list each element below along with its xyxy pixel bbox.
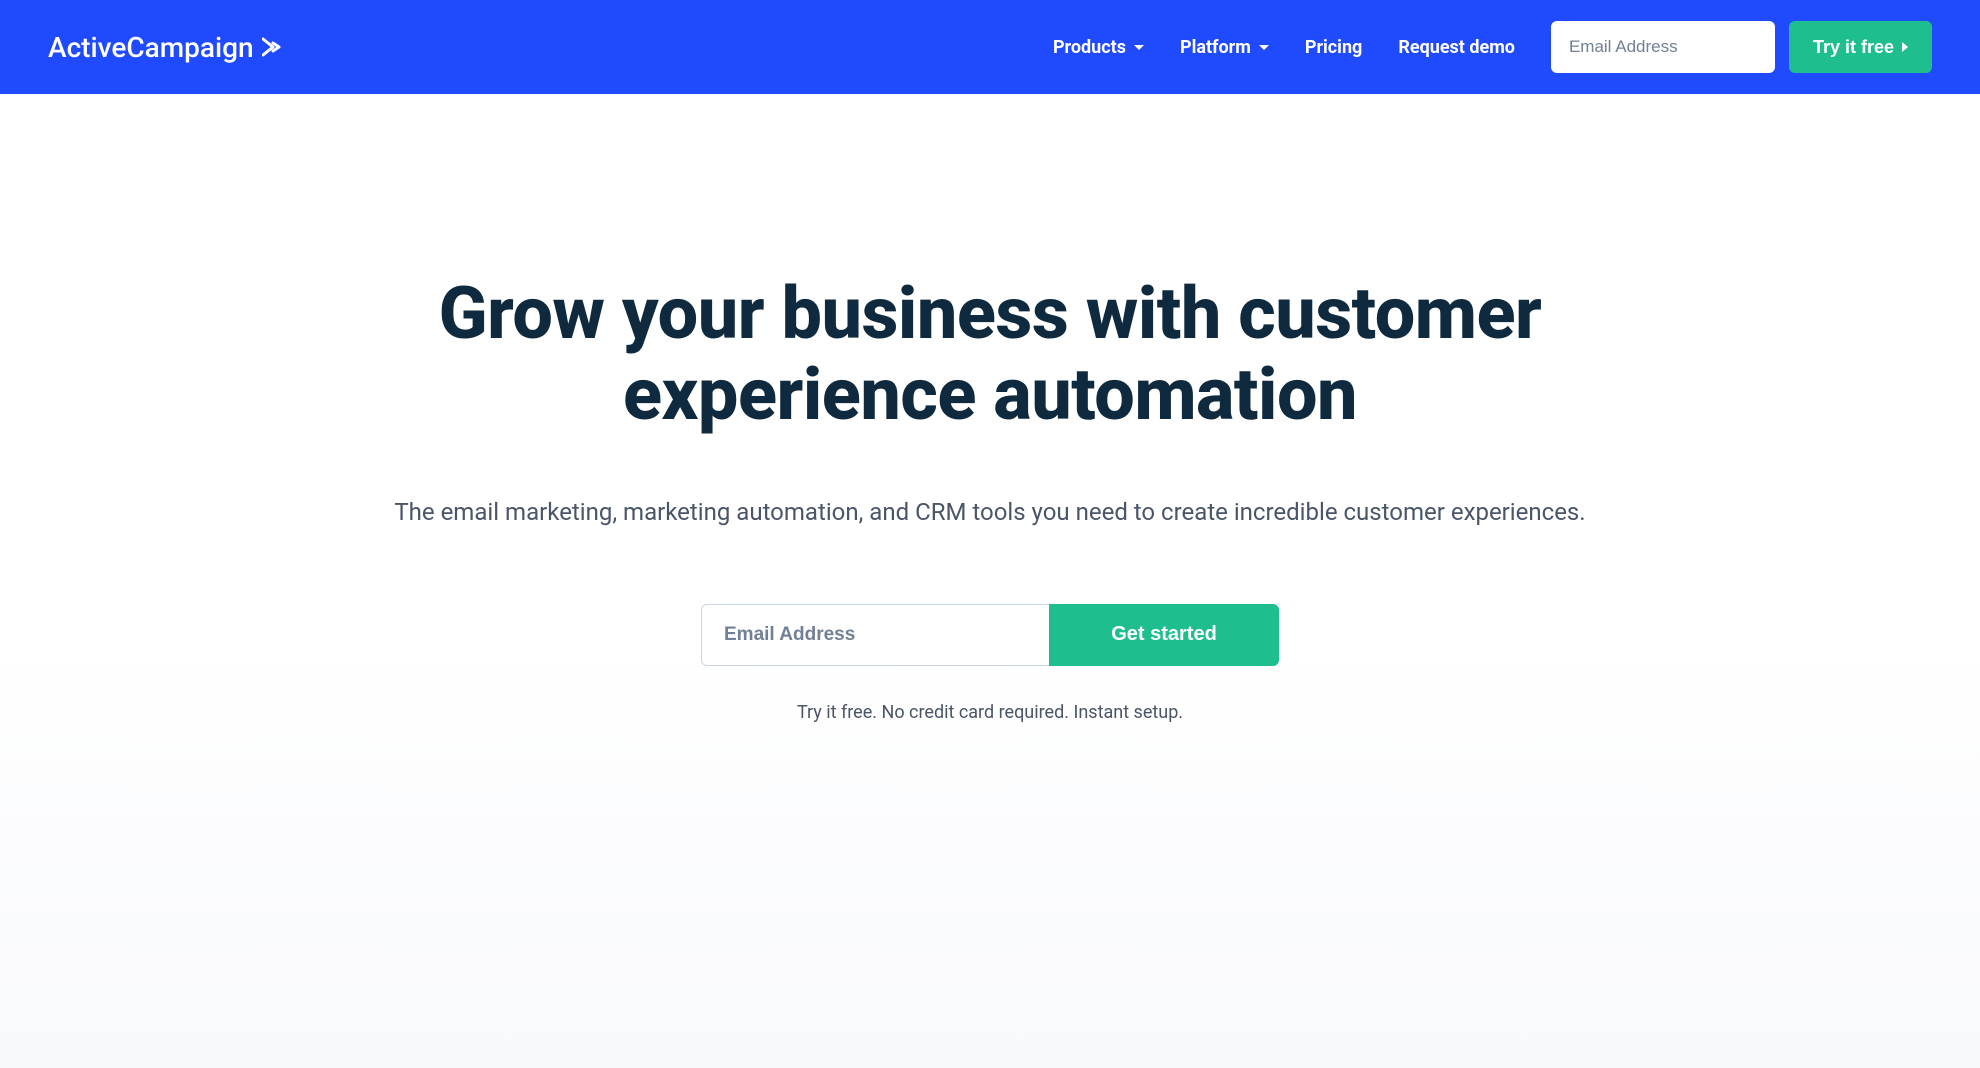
chevron-down-icon — [1134, 45, 1144, 50]
logo-text: ActiveCampaign — [48, 31, 254, 64]
get-started-button[interactable]: Get started — [1049, 604, 1279, 666]
hero-section: Grow your business with customer experie… — [390, 94, 1590, 723]
nav-pricing-label: Pricing — [1305, 37, 1362, 58]
header-email-input[interactable] — [1551, 21, 1775, 73]
signup-email-input[interactable] — [701, 604, 1049, 666]
main-header: ActiveCampaign Products Platform Pricing… — [0, 0, 1980, 94]
signup-form: Get started — [390, 604, 1590, 666]
nav-products-label: Products — [1053, 37, 1126, 58]
chevron-down-icon — [1259, 45, 1269, 50]
nav-request-demo[interactable]: Request demo — [1398, 37, 1515, 58]
nav-platform-label: Platform — [1180, 37, 1251, 58]
nav-request-demo-label: Request demo — [1398, 37, 1515, 58]
try-free-label: Try it free — [1813, 37, 1894, 58]
chevron-right-icon — [1902, 42, 1908, 52]
signup-disclaimer: Try it free. No credit card required. In… — [390, 702, 1590, 723]
logo[interactable]: ActiveCampaign — [48, 31, 286, 64]
hero-subtitle: The email marketing, marketing automatio… — [390, 493, 1590, 531]
nav-platform[interactable]: Platform — [1180, 37, 1269, 58]
logo-chevron-icon — [262, 36, 286, 58]
main-nav: Products Platform Pricing Request demo T… — [1053, 21, 1932, 73]
nav-products[interactable]: Products — [1053, 37, 1144, 58]
nav-pricing[interactable]: Pricing — [1305, 37, 1362, 58]
header-cta-group: Try it free — [1551, 21, 1932, 73]
hero-title: Grow your business with customer experie… — [390, 274, 1590, 435]
try-free-button[interactable]: Try it free — [1789, 21, 1932, 73]
